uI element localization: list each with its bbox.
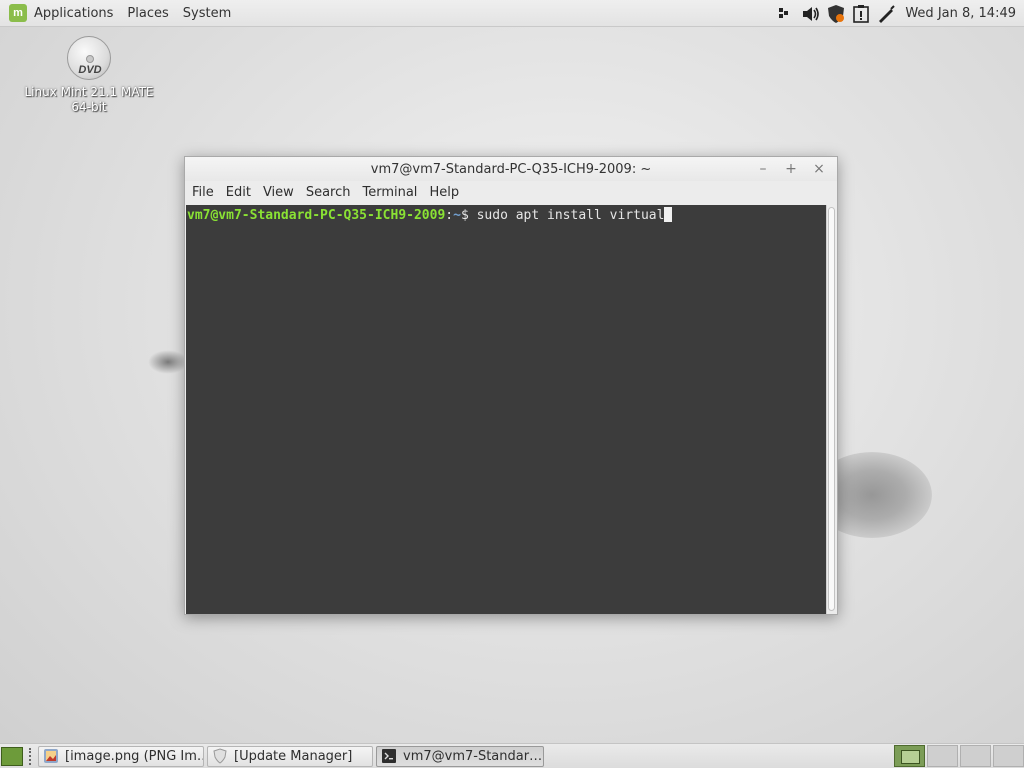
workspace-4[interactable] [993,745,1024,767]
task-label: [image.png (PNG Im… [65,748,204,764]
workspace-2[interactable] [927,745,958,767]
notification-icon[interactable] [851,4,871,24]
menu-places[interactable]: Places [127,6,168,21]
pen-icon[interactable] [876,4,896,24]
minimize-button[interactable]: – [753,159,773,179]
prompt-separator: : [445,208,454,223]
window-titlebar[interactable]: vm7@vm7-Standard-PC-Q35-ICH9-2009: ~ – +… [185,157,837,181]
workspace-1[interactable] [894,745,925,767]
task-terminal[interactable]: vm7@vm7-Standar… [376,745,544,767]
window-title: vm7@vm7-Standard-PC-Q35-ICH9-2009: ~ [370,161,652,177]
volume-icon[interactable] [801,4,821,24]
terminal-output[interactable]: vm7@vm7-Standard-PC-Q35-ICH9-2009:~$ sud… [186,205,828,614]
menu-search[interactable]: Search [306,185,351,200]
task-image-viewer[interactable]: [image.png (PNG Im… [38,745,204,767]
task-label: [Update Manager] [234,748,353,764]
mint-menu-icon[interactable]: m [9,4,27,22]
clock[interactable]: Wed Jan 8, 14:49 [905,6,1016,21]
scrollbar-thumb[interactable] [828,207,835,611]
update-manager-icon [213,748,227,764]
network-icon[interactable] [776,4,796,24]
close-button[interactable]: × [809,159,829,179]
task-update-manager[interactable]: [Update Manager] [207,745,373,767]
menu-help[interactable]: Help [429,185,459,200]
panel-handle[interactable] [29,747,33,765]
prompt-path: ~ [453,208,461,223]
maximize-button[interactable]: + [781,159,801,179]
menu-edit[interactable]: Edit [226,185,251,200]
prompt-user: vm7@vm7-Standard-PC-Q35-ICH9-2009 [187,208,446,223]
menu-applications[interactable]: Applications [34,6,113,21]
menu-file[interactable]: File [192,185,214,200]
top-panel: m Applications Places System Wed Jan 8, … [0,0,1024,27]
terminal-window[interactable]: vm7@vm7-Standard-PC-Q35-ICH9-2009: ~ – +… [184,156,838,615]
menu-terminal[interactable]: Terminal [362,185,417,200]
workspace-switcher [894,745,1024,767]
show-desktop-button[interactable] [1,746,23,766]
image-viewer-icon [44,749,58,763]
terminal-menubar: File Edit View Search Terminal Help [185,181,837,203]
bottom-panel: [image.png (PNG Im… [Update Manager] vm7… [0,743,1024,768]
text-cursor [664,207,673,222]
desktop-icon-label: Linux Mint 21.1 MATE 64-bit [24,85,154,114]
system-tray: Wed Jan 8, 14:49 [776,0,1016,27]
shield-update-icon[interactable] [826,4,846,24]
workspace-3[interactable] [960,745,991,767]
desktop-icon-dvd[interactable]: DVD Linux Mint 21.1 MATE 64-bit [18,36,160,115]
prompt-symbol: $ [460,208,469,223]
menu-system[interactable]: System [183,6,231,21]
terminal-icon [382,749,396,763]
dvd-icon: DVD [67,36,111,80]
command-text: sudo apt install virtual [476,208,665,223]
task-label: vm7@vm7-Standar… [403,748,543,764]
menu-view[interactable]: View [263,185,294,200]
terminal-scrollbar[interactable] [826,205,836,614]
wallpaper-shadow [148,350,188,374]
